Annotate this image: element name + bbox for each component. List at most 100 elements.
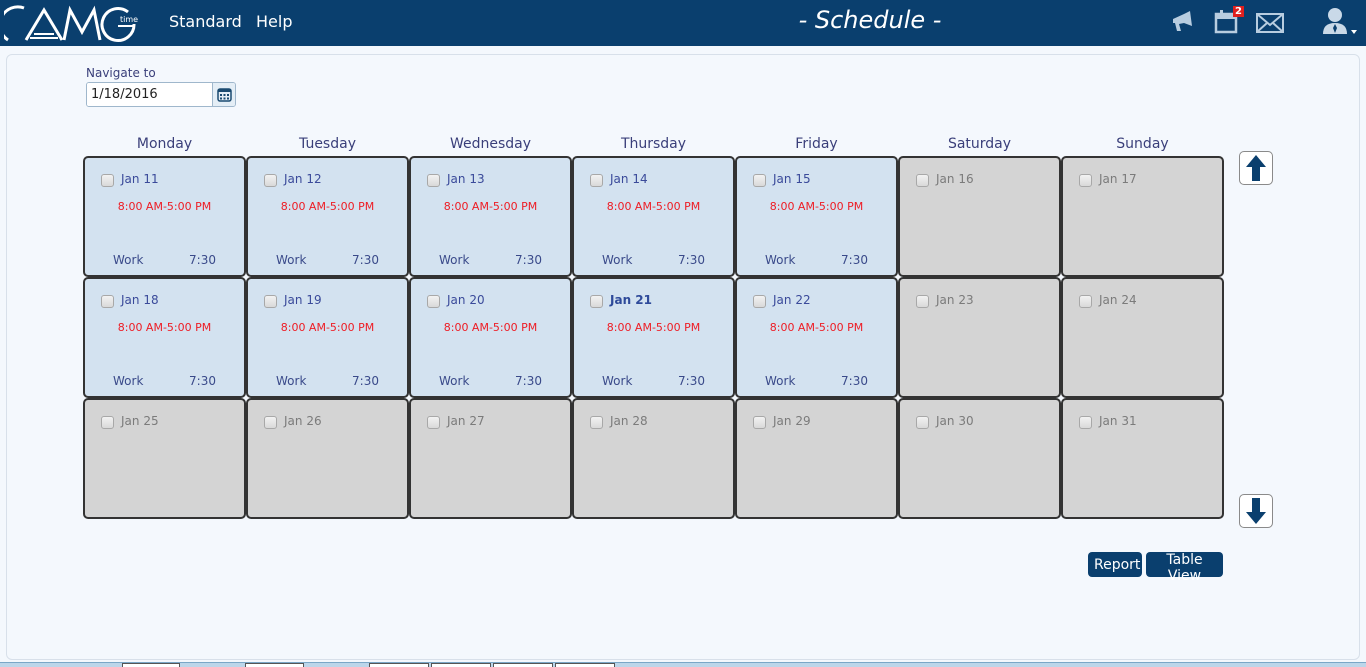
day-select-checkbox[interactable] — [590, 416, 603, 429]
shift-time[interactable]: 8:00 AM-5:00 PM — [737, 200, 896, 213]
shift-time[interactable]: 8:00 AM-5:00 PM — [85, 200, 244, 213]
day-select-checkbox[interactable] — [590, 174, 603, 187]
day-select-checkbox[interactable] — [916, 174, 929, 187]
chevron-down-icon — [1351, 30, 1357, 34]
arrow-up-icon — [1246, 155, 1266, 181]
day-select-checkbox[interactable] — [1079, 416, 1092, 429]
amg-logo[interactable]: time — [4, 4, 140, 44]
bottom-tab[interactable] — [431, 663, 491, 667]
calendar-day-cell[interactable]: Jan 20 8:00 AM-5:00 PM Work 7:30 — [409, 277, 572, 398]
calendar-day-cell[interactable]: Jan 24 — [1061, 277, 1224, 398]
day-date-label: Jan 26 — [284, 414, 322, 428]
work-hours: 7:30 — [189, 374, 216, 388]
day-select-checkbox[interactable] — [427, 416, 440, 429]
day-select-checkbox[interactable] — [427, 295, 440, 308]
day-select-checkbox[interactable] — [1079, 174, 1092, 187]
table-view-button[interactable]: Table View — [1146, 552, 1223, 584]
work-hours: 7:30 — [189, 253, 216, 267]
shift-time[interactable]: 8:00 AM-5:00 PM — [248, 321, 407, 334]
calendar-day-cell[interactable]: Jan 11 8:00 AM-5:00 PM Work 7:30 — [83, 156, 246, 277]
day-date-label: Jan 28 — [610, 414, 648, 428]
work-hours: 7:30 — [841, 253, 868, 267]
shift-time[interactable]: 8:00 AM-5:00 PM — [574, 200, 733, 213]
day-date-label: Jan 27 — [447, 414, 485, 428]
calendar-day-cell[interactable]: Jan 31 — [1061, 398, 1224, 519]
navigate-to-label: Navigate to — [86, 66, 156, 80]
day-date-label: Jan 22 — [773, 293, 811, 307]
user-menu[interactable] — [1320, 6, 1360, 40]
day-select-checkbox[interactable] — [753, 295, 766, 308]
nav-help[interactable]: Help — [256, 12, 292, 31]
day-date-label: Jan 30 — [936, 414, 974, 428]
day-select-checkbox[interactable] — [264, 174, 277, 187]
day-select-checkbox[interactable] — [590, 295, 603, 308]
bottom-tab[interactable] — [555, 663, 615, 667]
shift-time[interactable]: 8:00 AM-5:00 PM — [85, 321, 244, 334]
calendar-day-cell[interactable]: Jan 30 — [898, 398, 1061, 519]
calendar-day-cell[interactable]: Jan 21 8:00 AM-5:00 PM Work 7:30 — [572, 277, 735, 398]
nav-standard[interactable]: Standard — [169, 12, 242, 31]
day-select-checkbox[interactable] — [264, 416, 277, 429]
shift-time[interactable]: 8:00 AM-5:00 PM — [737, 321, 896, 334]
work-hours: 7:30 — [515, 253, 542, 267]
work-type-label: Work — [439, 253, 470, 267]
calendar-icon — [216, 88, 232, 102]
day-select-checkbox[interactable] — [753, 174, 766, 187]
work-type-label: Work — [439, 374, 470, 388]
day-select-checkbox[interactable] — [264, 295, 277, 308]
calendar-day-cell[interactable]: Jan 18 8:00 AM-5:00 PM Work 7:30 — [83, 277, 246, 398]
day-date-label: Jan 11 — [121, 172, 159, 186]
day-header-friday: Friday — [795, 136, 838, 152]
day-select-checkbox[interactable] — [753, 416, 766, 429]
day-select-checkbox[interactable] — [101, 416, 114, 429]
day-select-checkbox[interactable] — [916, 416, 929, 429]
work-hours: 7:30 — [515, 374, 542, 388]
day-select-checkbox[interactable] — [1079, 295, 1092, 308]
calendar-day-cell[interactable]: Jan 14 8:00 AM-5:00 PM Work 7:30 — [572, 156, 735, 277]
calendar-day-cell[interactable]: Jan 28 — [572, 398, 735, 519]
report-button[interactable]: Report — [1088, 552, 1142, 577]
work-hours: 7:30 — [352, 253, 379, 267]
day-select-checkbox[interactable] — [427, 174, 440, 187]
shift-time[interactable]: 8:00 AM-5:00 PM — [248, 200, 407, 213]
work-hours: 7:30 — [841, 374, 868, 388]
day-date-label: Jan 20 — [447, 293, 485, 307]
calendar-day-cell[interactable]: Jan 13 8:00 AM-5:00 PM Work 7:30 — [409, 156, 572, 277]
work-type-label: Work — [602, 374, 633, 388]
shift-time[interactable]: 8:00 AM-5:00 PM — [411, 321, 570, 334]
envelope-icon[interactable] — [1256, 12, 1284, 38]
calendar-day-cell[interactable]: Jan 22 8:00 AM-5:00 PM Work 7:30 — [735, 277, 898, 398]
navigate-date-input[interactable] — [87, 83, 213, 106]
day-date-label: Jan 24 — [1099, 293, 1137, 307]
day-date-label: Jan 19 — [284, 293, 322, 307]
bottom-tab[interactable] — [493, 663, 553, 667]
calendar-day-cell[interactable]: Jan 17 — [1061, 156, 1224, 277]
day-header-saturday: Saturday — [947, 136, 1012, 152]
calendar-day-cell[interactable]: Jan 23 — [898, 277, 1061, 398]
day-select-checkbox[interactable] — [101, 295, 114, 308]
bottom-tab[interactable] — [245, 663, 304, 667]
day-date-label: Jan 14 — [610, 172, 648, 186]
work-hours: 7:30 — [678, 253, 705, 267]
shift-time[interactable]: 8:00 AM-5:00 PM — [411, 200, 570, 213]
day-select-checkbox[interactable] — [101, 174, 114, 187]
calendar-day-cell[interactable]: Jan 29 — [735, 398, 898, 519]
calendar-day-cell[interactable]: Jan 27 — [409, 398, 572, 519]
scroll-down-button[interactable] — [1239, 494, 1273, 528]
calendar-day-cell[interactable]: Jan 16 — [898, 156, 1061, 277]
day-date-label: Jan 17 — [1099, 172, 1137, 186]
calendar-day-cell[interactable]: Jan 15 8:00 AM-5:00 PM Work 7:30 — [735, 156, 898, 277]
day-select-checkbox[interactable] — [916, 295, 929, 308]
calendar-day-cell[interactable]: Jan 12 8:00 AM-5:00 PM Work 7:30 — [246, 156, 409, 277]
calendar-picker-button[interactable] — [212, 83, 235, 106]
scroll-up-button[interactable] — [1239, 151, 1273, 185]
megaphone-icon[interactable] — [1170, 8, 1196, 38]
shift-time[interactable]: 8:00 AM-5:00 PM — [574, 321, 733, 334]
calendar-icon[interactable]: 2 — [1214, 6, 1244, 38]
bottom-tab[interactable] — [369, 663, 429, 667]
calendar-day-cell[interactable]: Jan 26 — [246, 398, 409, 519]
calendar-day-cell[interactable]: Jan 19 8:00 AM-5:00 PM Work 7:30 — [246, 277, 409, 398]
bottom-tab[interactable] — [122, 663, 180, 667]
day-date-label: Jan 15 — [773, 172, 811, 186]
calendar-day-cell[interactable]: Jan 25 — [83, 398, 246, 519]
